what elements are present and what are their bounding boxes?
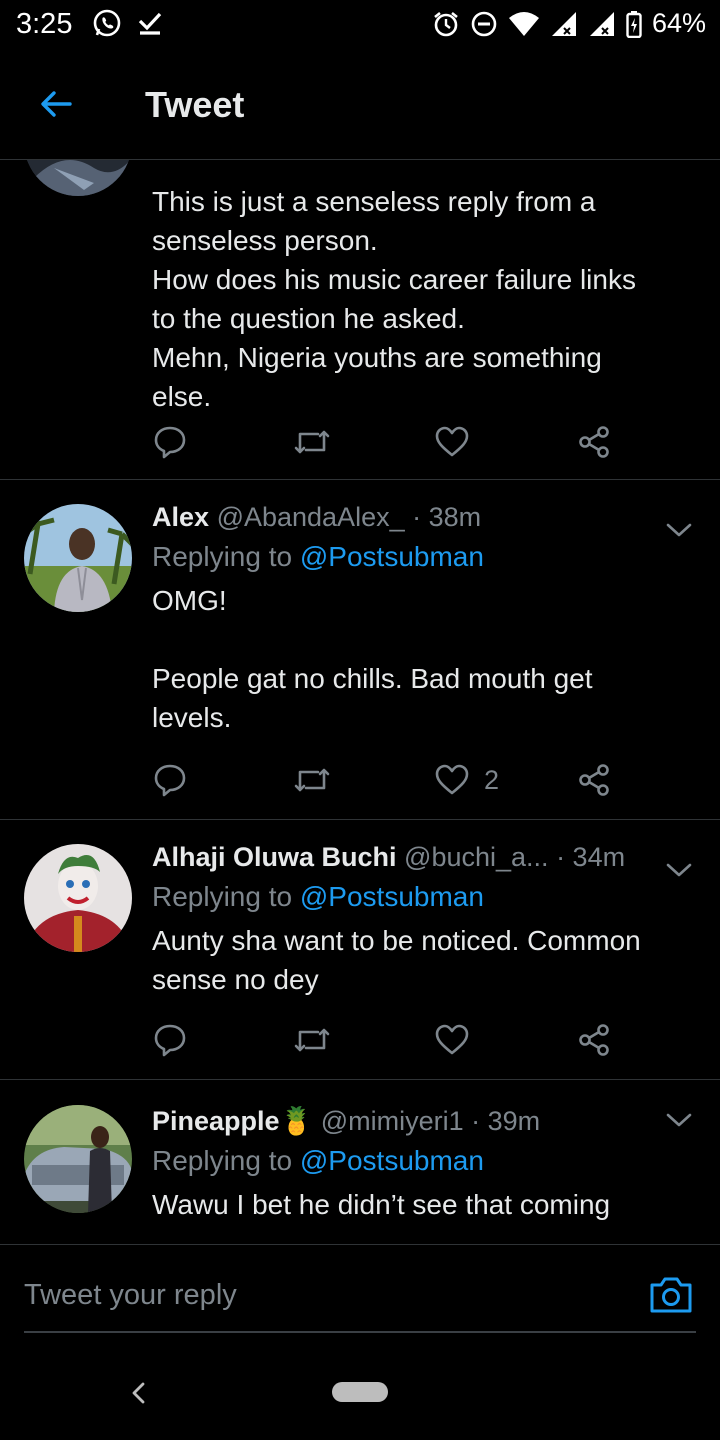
avatar-image [24, 1105, 132, 1213]
replying-to: Replying to @Postsubman [152, 877, 680, 917]
author-handle[interactable]: @buchi_a... [404, 842, 549, 872]
tweet-item[interactable]: Alhaji Oluwa Buchi @buchi_a... · 34m Rep… [0, 820, 720, 1080]
tweet-text: Wawu I bet he didn’t see that coming [152, 1189, 611, 1220]
retweet-icon [294, 768, 330, 792]
heart-icon [435, 426, 469, 457]
retweet-icon [294, 1028, 330, 1052]
replying-to-label: Replying to [152, 881, 293, 912]
reply-input-underline [24, 1331, 696, 1333]
back-button[interactable] [34, 82, 78, 126]
share-button[interactable] [576, 760, 612, 800]
replies-list[interactable]: This is just a senseless reply from a se… [0, 160, 720, 1244]
tweet-actions: 2 [152, 760, 632, 800]
share-button[interactable] [576, 1020, 612, 1060]
avatar[interactable] [24, 1105, 132, 1213]
author-name[interactable]: Pineapple [152, 1106, 280, 1136]
battery-percent: 64% [651, 8, 706, 38]
heart-icon [435, 764, 469, 795]
like-button[interactable]: 2 [434, 760, 499, 800]
tweet-actions [152, 1020, 632, 1060]
alarm-icon [434, 11, 458, 36]
reply-icon [154, 426, 186, 459]
camera-icon[interactable] [648, 1275, 694, 1315]
chevron-down-icon[interactable] [664, 1105, 694, 1135]
tweet-text: OMG! People gat no chills. Bad mouth get… [152, 585, 593, 733]
retweet-button[interactable] [292, 1020, 332, 1060]
notification-icons [92, 8, 164, 38]
reply-button[interactable] [152, 422, 188, 462]
chevron-down-icon[interactable] [664, 515, 694, 545]
wifi-icon [508, 11, 539, 36]
author-handle[interactable]: @AbandaAlex_ [217, 502, 405, 532]
tweet-item[interactable]: This is just a senseless reply from a se… [0, 160, 720, 480]
author-name[interactable]: Alex [152, 502, 209, 532]
battery-charging-icon [626, 10, 642, 38]
avatar-image [24, 160, 132, 196]
whatsapp-icon [93, 9, 121, 37]
share-icon [579, 764, 609, 796]
avatar[interactable] [24, 160, 132, 196]
page-title: Tweet [145, 84, 245, 125]
tweet-time: · 39m [471, 1106, 541, 1136]
tweet-item[interactable]: Alex @AbandaAlex_ · 38m Replying to @Pos… [0, 480, 720, 820]
tweet-time: · 34m [556, 842, 626, 872]
system-navigation-bar [0, 1344, 720, 1440]
tweet-text: This is just a senseless reply from a se… [152, 186, 636, 412]
tweet-meta: Pineapple🍍 @mimiyeri1 · 39m [152, 1101, 680, 1141]
replying-to: Replying to @Postsubman [152, 1141, 680, 1181]
like-button[interactable] [434, 422, 484, 462]
reply-composer: Tweet your reply [0, 1244, 720, 1344]
avatar[interactable] [24, 844, 132, 952]
author-name[interactable]: Alhaji Oluwa Buchi [152, 842, 397, 872]
home-pill[interactable] [332, 1382, 388, 1402]
system-icons: 64% [432, 8, 706, 39]
tweet-item[interactable]: Pineapple🍍 @mimiyeri1 · 39m Replying to … [0, 1080, 720, 1244]
avatar-image [24, 844, 132, 952]
dnd-icon [471, 11, 497, 36]
status-bar: 3:25 64% [0, 0, 720, 50]
nav-back-icon[interactable] [124, 1378, 154, 1408]
retweet-icon [294, 430, 330, 454]
check-icon [138, 12, 162, 35]
share-icon [579, 1024, 609, 1056]
arrow-left-icon [41, 91, 72, 117]
replying-to-label: Replying to [152, 541, 293, 572]
status-time: 3:25 [16, 8, 73, 40]
tweet-meta: Alex @AbandaAlex_ · 38m [152, 497, 680, 537]
heart-icon [435, 1024, 469, 1055]
reply-button[interactable] [152, 1020, 188, 1060]
top-app-bar: Tweet [0, 50, 720, 160]
avatar-image [24, 504, 132, 612]
tweet-text: Aunty sha want to be noticed. Common sen… [152, 925, 641, 995]
mention-link[interactable]: @Postsubman [300, 881, 484, 912]
signal-icon [589, 11, 614, 36]
mention-link[interactable]: @Postsubman [300, 1145, 484, 1176]
like-button[interactable] [434, 1020, 484, 1060]
author-handle[interactable]: @mimiyeri1 [321, 1106, 464, 1136]
avatar[interactable] [24, 504, 132, 612]
signal-icon [551, 11, 576, 36]
share-button[interactable] [576, 422, 612, 462]
retweet-button[interactable] [292, 760, 332, 800]
chevron-down-icon[interactable] [664, 855, 694, 885]
retweet-button[interactable] [292, 422, 332, 462]
reply-input[interactable]: Tweet your reply [24, 1275, 624, 1315]
pineapple-emoji: 🍍 [279, 1106, 314, 1136]
tweet-detail-screen: 3:25 64% Tweet This is just a senseless … [0, 0, 720, 1440]
mention-link[interactable]: @Postsubman [300, 541, 484, 572]
reply-icon [154, 764, 186, 797]
tweet-actions [152, 422, 632, 462]
replying-to: Replying to @Postsubman [152, 537, 680, 577]
reply-button[interactable] [152, 760, 188, 800]
tweet-time: · 38m [412, 502, 482, 532]
like-count: 2 [484, 764, 500, 795]
reply-icon [154, 1024, 186, 1057]
replying-to-label: Replying to [152, 1145, 293, 1176]
share-icon [579, 426, 609, 458]
tweet-meta: Alhaji Oluwa Buchi @buchi_a... · 34m [152, 837, 680, 877]
